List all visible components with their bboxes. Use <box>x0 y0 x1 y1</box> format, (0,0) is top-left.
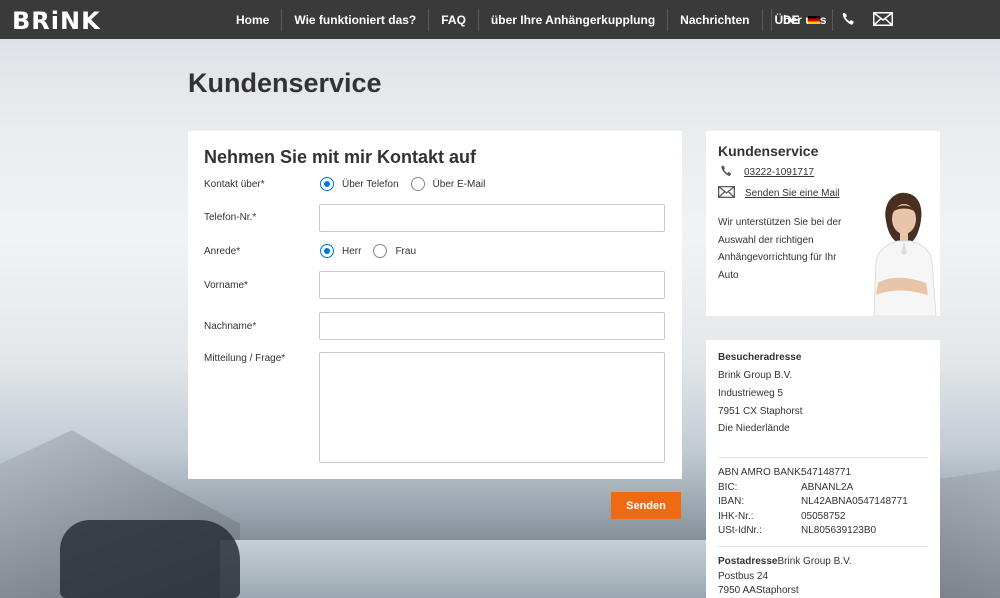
send-mail-link[interactable]: Senden Sie eine Mail <box>745 188 840 199</box>
customer-service-card: Kundenservice 03222-1091717 Senden Sie e… <box>706 131 940 316</box>
contact-phone-option[interactable]: Über Telefon <box>320 177 399 191</box>
bic-value: ABNANL2A <box>801 482 854 493</box>
main-nav: Home Wie funktioniert das? FAQ über Ihre… <box>224 0 839 39</box>
background-car <box>60 520 240 598</box>
send-button[interactable]: Senden <box>611 492 681 519</box>
address-line: Brink Group B.V. <box>718 370 793 381</box>
address-card: Besucheradresse Brink Group B.V. Industr… <box>706 340 940 598</box>
salutation-radio-group: Herr Frau <box>320 244 428 258</box>
phone-label: Telefon-Nr.* <box>204 212 257 223</box>
sidebar-mail: Senden Sie eine Mail <box>718 186 840 201</box>
mail-icon <box>718 186 735 201</box>
ust-value: NL805639123B0 <box>801 525 877 536</box>
ihk-label: IHK-Nr.: <box>718 511 754 522</box>
sidebar-title: Kundenservice <box>718 143 819 159</box>
nav-about-towbar[interactable]: über Ihre Anhängerkupplung <box>479 8 669 31</box>
phone-icon <box>718 164 734 181</box>
support-agent-image <box>873 192 937 316</box>
sidebar-phone: 03222-1091717 <box>718 164 814 181</box>
radio-email[interactable] <box>410 177 425 191</box>
message-label: Mitteilung / Frage* <box>204 353 286 364</box>
nav-faq[interactable]: FAQ <box>429 8 479 31</box>
visit-address-heading: Besucheradresse <box>718 352 802 363</box>
radio-frau[interactable] <box>373 244 388 258</box>
mail-icon[interactable] <box>873 12 893 31</box>
top-navbar: BRiNK Home Wie funktioniert das? FAQ übe… <box>0 0 1000 39</box>
contact-via-label: Kontakt über* <box>204 179 265 190</box>
contact-email-option[interactable]: Über E-Mail <box>410 177 485 191</box>
phone-icon[interactable] <box>840 11 856 32</box>
bank-value: 547148771 <box>801 467 852 478</box>
lastname-input[interactable] <box>319 312 665 340</box>
lastname-label: Nachname* <box>204 321 257 332</box>
divider <box>718 457 928 458</box>
post-address-heading: Postadresse <box>718 556 778 567</box>
salutation-label: Anrede* <box>204 246 241 257</box>
nav-news[interactable]: Nachrichten <box>668 8 763 31</box>
address-line: Die Niederlände <box>718 423 790 434</box>
contact-via-radio-group: Über Telefon Über E-Mail <box>320 177 497 191</box>
firstname-label: Vorname* <box>204 280 248 291</box>
radio-herr[interactable] <box>320 244 334 258</box>
nav-divider <box>832 9 833 31</box>
post-address-line: Postbus 24 <box>718 571 769 582</box>
bank-label: ABN AMRO BANK: <box>718 467 804 478</box>
iban-label: IBAN: <box>718 496 745 507</box>
bic-label: BIC: <box>718 482 738 493</box>
nav-how-it-works[interactable]: Wie funktioniert das? <box>282 8 430 31</box>
form-heading: Nehmen Sie mit mir Kontakt auf <box>204 147 477 167</box>
iban-value: NL42ABNA0547148771 <box>801 496 908 507</box>
address-line: Industrieweg 5 <box>718 388 784 399</box>
contact-form: Nehmen Sie mit mir Kontakt auf Kontakt ü… <box>188 131 682 479</box>
language-selector[interactable]: DE <box>783 0 820 39</box>
ust-label: USt-IdNr.: <box>718 525 762 536</box>
nav-divider <box>771 9 772 31</box>
post-address-line: 7950 AAStaphorst <box>718 585 799 596</box>
address-line: 7951 CX Staphorst <box>718 406 803 417</box>
brink-logo[interactable]: BRiNK <box>12 7 101 35</box>
divider <box>718 546 928 547</box>
firstname-input[interactable] <box>319 271 665 299</box>
salutation-herr-option[interactable]: Herr <box>320 244 361 258</box>
phone-number-link[interactable]: 03222-1091717 <box>744 167 814 178</box>
salutation-frau-option[interactable]: Frau <box>373 244 416 258</box>
language-code: DE <box>783 12 800 27</box>
radio-phone[interactable] <box>320 177 334 191</box>
post-address-line: PostadresseBrink Group B.V. <box>718 556 852 567</box>
ihk-value: 05058752 <box>801 511 846 522</box>
sidebar-description: Wir unterstützen Sie bei der Auswahl der… <box>718 217 842 281</box>
nav-home[interactable]: Home <box>224 8 283 31</box>
message-textarea[interactable] <box>319 352 665 463</box>
phone-input[interactable] <box>319 204 665 232</box>
german-flag-icon <box>807 15 820 24</box>
background-lake <box>220 540 780 598</box>
page-title: Kundenservice <box>188 68 382 98</box>
